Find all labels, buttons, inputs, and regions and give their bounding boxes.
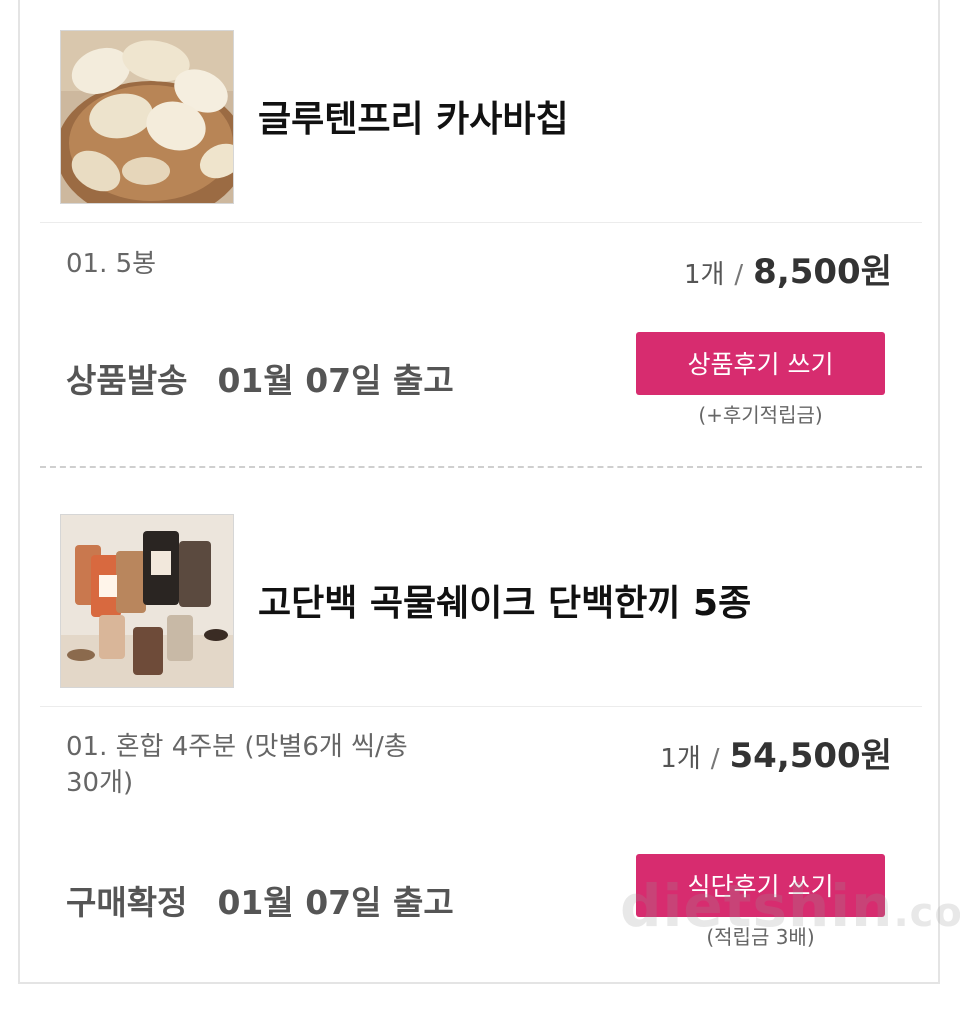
ship-date: 01월 07일 출고 (217, 361, 454, 400)
write-review-button[interactable]: 상품후기 쓰기 (636, 332, 885, 395)
order-card: 글루텐프리 카사바칩 01. 5봉 1개 / 8,500원 상품발송 01월 07일 … (18, 0, 940, 984)
item-divider (40, 466, 922, 468)
quantity: 1개 (683, 260, 725, 290)
price-line: 1개 / 54,500원 (660, 728, 892, 777)
product-option: 01. 혼합 4주분 (맛별6개 씩/총30개) (66, 732, 408, 798)
status-label: 구매확정 (66, 883, 188, 922)
shipping-status: 구매확정 01월 07일 출고 (66, 876, 454, 924)
ship-date: 01월 07일 출고 (217, 883, 454, 922)
divider (40, 222, 922, 223)
shipping-status: 상품발송 01월 07일 출고 (66, 354, 454, 402)
product-title[interactable]: 글루텐프리 카사바칩 (258, 90, 569, 142)
product-image[interactable] (60, 514, 234, 688)
price-line: 1개 / 8,500원 (684, 244, 892, 293)
price-separator: / (734, 260, 744, 290)
protein-shake-image (61, 515, 233, 687)
product-image[interactable] (60, 30, 234, 204)
divider (40, 706, 922, 707)
price-amount: 8,500원 (753, 252, 892, 292)
product-option: 01. 5봉 (66, 249, 157, 279)
price-amount: 54,500원 (729, 736, 892, 776)
review-reward-note: (적립금 3배) (706, 925, 815, 949)
status-label: 상품발송 (66, 361, 188, 400)
product-title[interactable]: 고단백 곡물쉐이크 단백한끼 5종 (258, 574, 751, 626)
price-separator: / (710, 744, 720, 774)
quantity: 1개 (660, 744, 701, 774)
write-review-button[interactable]: 식단후기 쓰기 (636, 854, 885, 917)
review-reward-note: (+후기적립금) (698, 403, 823, 427)
cassava-chips-image (61, 31, 233, 203)
